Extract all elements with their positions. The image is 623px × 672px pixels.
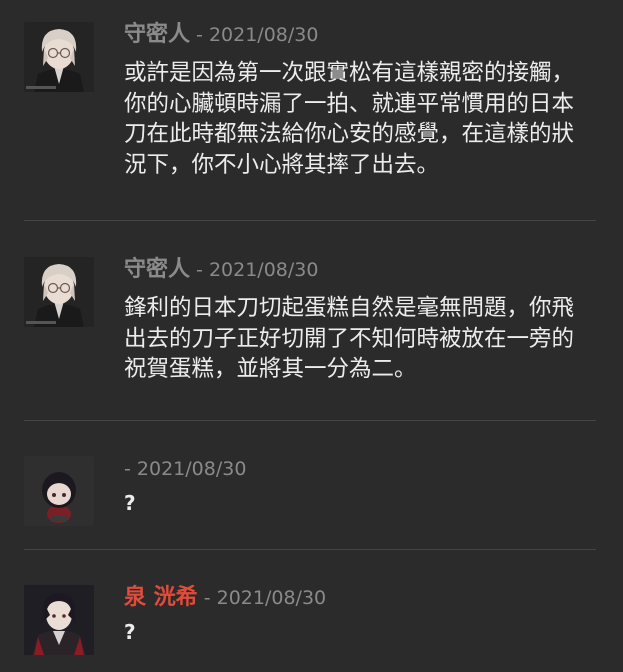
divider [24,220,596,221]
message-date: 2021/08/30 [216,587,327,609]
avatar[interactable] [24,585,94,655]
meta-separator: - [190,24,209,46]
message-date: 2021/08/30 [208,259,319,281]
chat-message: 守密人 - 2021/08/30 或許是因為第一次跟實松有這樣親密的接觸，你的心… [24,22,596,180]
chat-message: 守密人 - 2021/08/30 鋒利的日本刀切起蛋糕自然是毫無問題，你飛出去的… [24,257,596,385]
author-name[interactable]: 守密人 [124,22,190,47]
avatar[interactable] [24,22,94,92]
message-meta: 守密人 - 2021/08/30 [124,22,596,48]
message-meta: 泉 洸希 - 2021/08/30 [124,585,596,611]
divider [24,420,596,421]
message-date: 2021/08/30 [208,24,319,46]
author-name[interactable]: 泉 洸希 [124,585,198,610]
message-meta: - 2021/08/30 [124,456,596,482]
message-text: 鋒利的日本刀切起蛋糕自然是毫無問題，你飛出去的刀子正好切開了不知何時被放在一旁的… [124,295,575,382]
message-date: 2021/08/30 [136,458,247,480]
message-content: 守密人 - 2021/08/30 或許是因為第一次跟實松有這樣親密的接觸，你的心… [124,22,596,180]
chat-log: 守密人 - 2021/08/30 或許是因為第一次跟實松有這樣親密的接觸，你的心… [0,0,623,672]
divider [24,549,596,550]
meta-separator: - [190,259,209,281]
avatar[interactable] [24,257,94,327]
message-text: 或許是因為第一次跟實松有這樣親密的接觸，你的心臟頓時漏了一拍、就連平常慣用的日本… [124,60,575,178]
author-name[interactable]: 守密人 [124,257,190,282]
message-content: 泉 洸希 - 2021/08/30 ? [124,585,596,645]
meta-separator: - [124,458,137,480]
chat-message: - 2021/08/30 ? [24,456,596,526]
meta-separator: - [197,587,217,609]
chat-message: 泉 洸希 - 2021/08/30 ? [24,585,596,655]
message-text: ? [124,491,136,515]
message-content: - 2021/08/30 ? [124,456,596,516]
message-content: 守密人 - 2021/08/30 鋒利的日本刀切起蛋糕自然是毫無問題，你飛出去的… [124,257,596,385]
message-meta: 守密人 - 2021/08/30 [124,257,596,283]
avatar[interactable] [24,456,94,526]
message-text: ? [124,620,136,644]
